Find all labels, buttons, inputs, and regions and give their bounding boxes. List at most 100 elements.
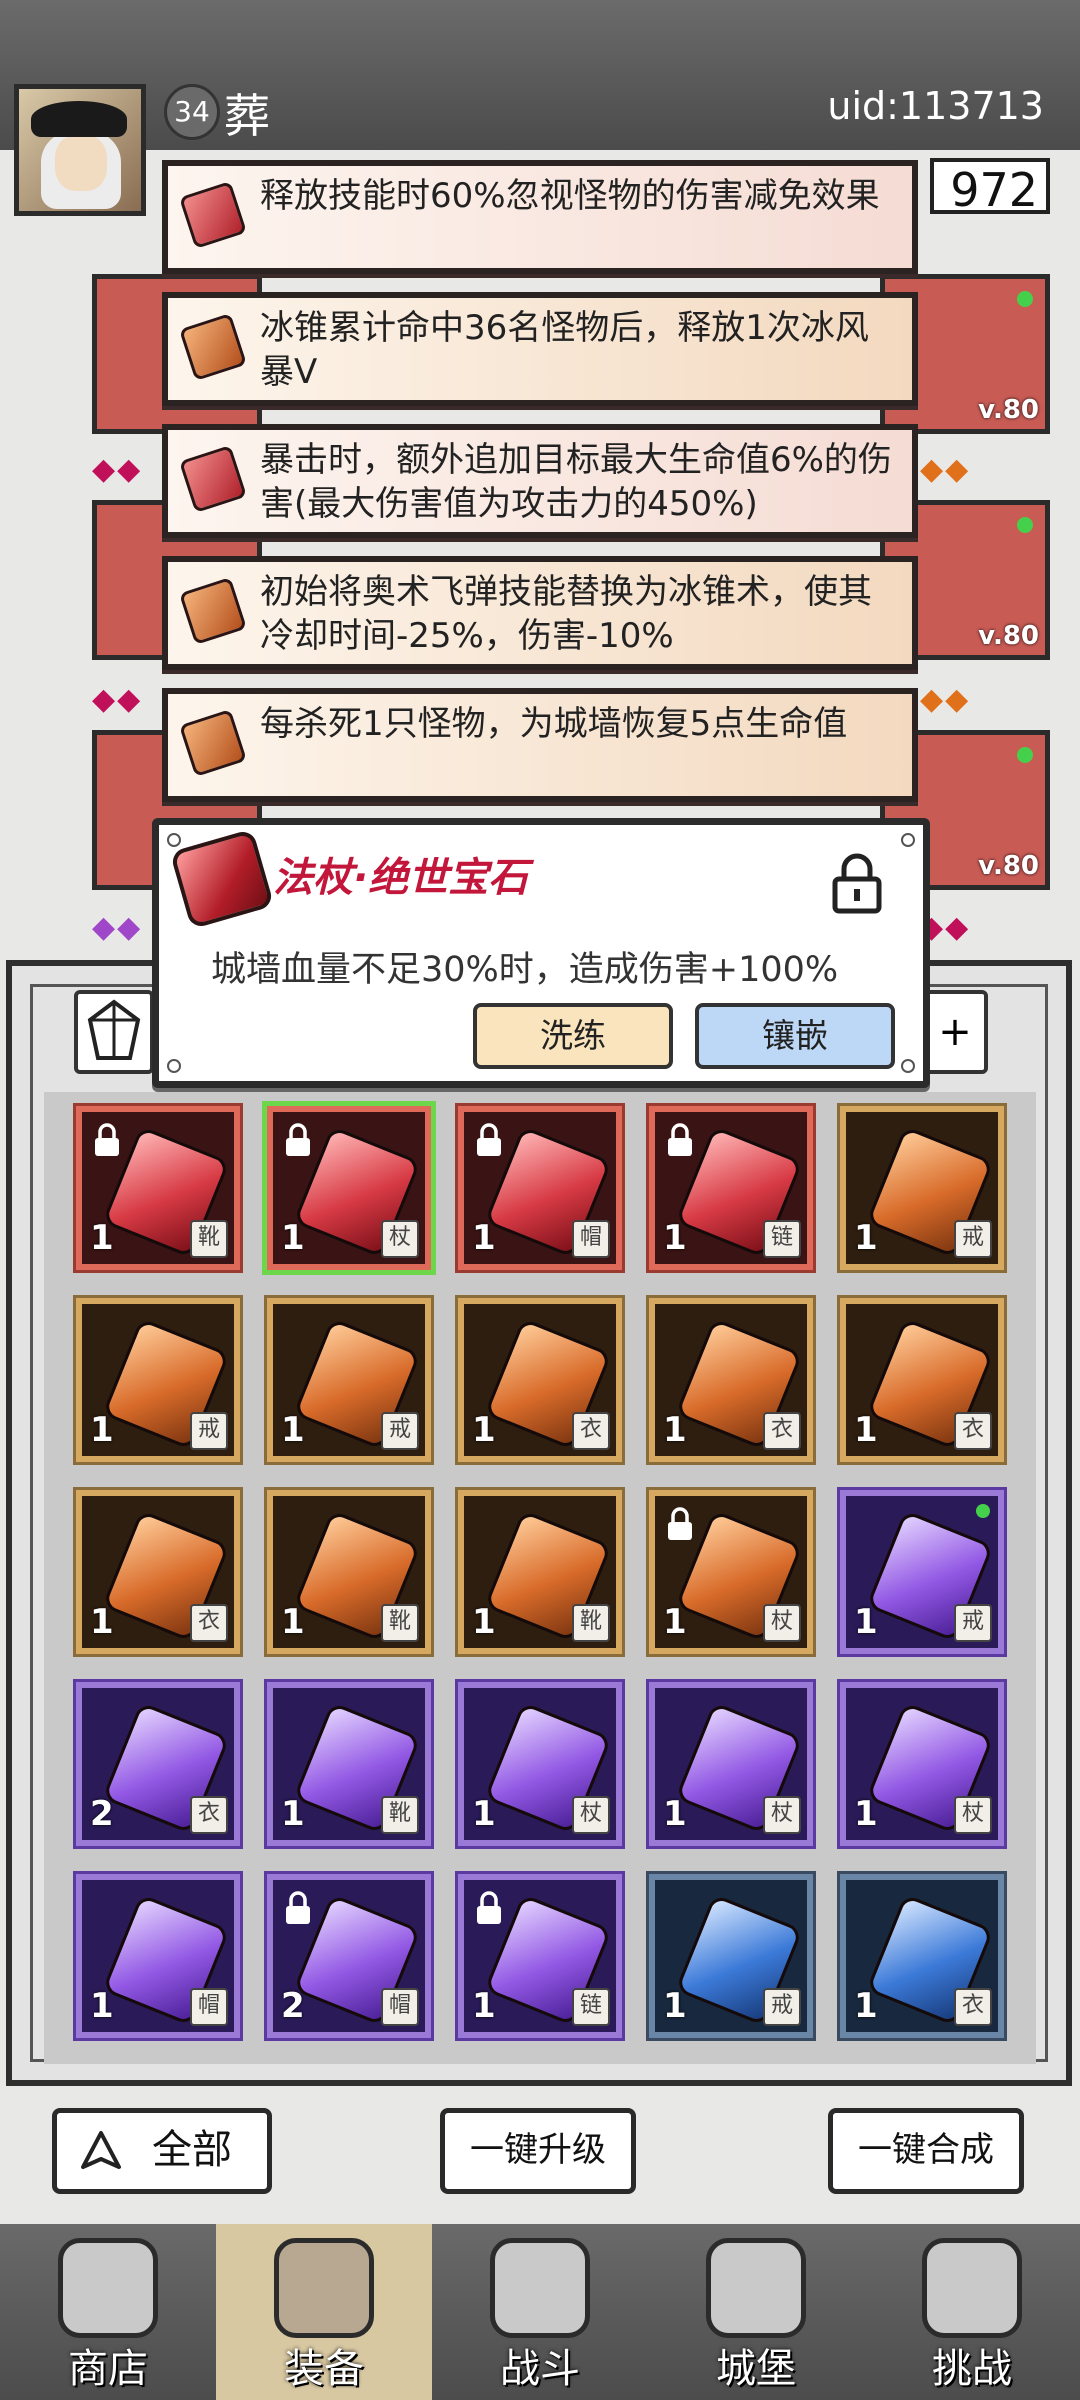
gem-slot[interactable]: 1戒 <box>76 1298 240 1462</box>
triangle-up-icon <box>81 2131 121 2169</box>
add-tab-button[interactable]: + <box>922 990 988 1074</box>
gem-slot[interactable]: 1靴 <box>267 1490 431 1654</box>
nav-equipment[interactable]: 装备 <box>216 2224 432 2400</box>
gem-count: 1 <box>472 1986 496 2026</box>
gem-slot[interactable]: 1杖 <box>840 1682 1004 1846</box>
slot-type-icon: 戒 <box>954 1604 992 1642</box>
gem-count: 1 <box>472 1410 496 1450</box>
gem-slot[interactable]: 1杖 <box>267 1106 431 1270</box>
castle-icon <box>706 2238 806 2338</box>
nav-shop[interactable]: 商店 <box>0 2224 216 2400</box>
gem-count: 1 <box>854 1410 878 1450</box>
affix-text: 冰锥累计命中36名怪物后，释放1次冰风暴V <box>260 308 869 392</box>
gem-slot[interactable]: 1衣 <box>76 1490 240 1654</box>
filter-all-button[interactable]: 全部 <box>52 2108 272 2194</box>
gem-count: 1 <box>854 1602 878 1642</box>
gem-slot[interactable]: 1戒 <box>267 1298 431 1462</box>
gem-slot[interactable]: 1衣 <box>458 1298 622 1462</box>
one-click-merge-button[interactable]: 一键合成 <box>828 2108 1024 2194</box>
gem-count: 1 <box>663 1794 687 1834</box>
gem-slot[interactable]: 1靴 <box>76 1106 240 1270</box>
rarity-diamonds: ◆◆ <box>92 682 143 717</box>
affix-row: 初始将奥术飞弹技能替换为冰锥术，使其冷却时间-25%，伤害-10% <box>162 556 918 670</box>
gem-count: 1 <box>663 1986 687 2026</box>
slot-type-icon: 戒 <box>954 1220 992 1258</box>
gem-slot[interactable]: 2衣 <box>76 1682 240 1846</box>
nav-label: 装备 <box>284 2346 364 2392</box>
popup-title: 法杖·绝世宝石 <box>273 855 529 901</box>
affix-row: 每杀死1只怪物，为城墙恢复5点生命值 <box>162 688 918 802</box>
slot-type-icon: 杖 <box>572 1796 610 1834</box>
affix-text: 释放技能时60%忽视怪物的伤害减免效果 <box>260 176 880 216</box>
shop-icon <box>58 2238 158 2338</box>
orange-gem-icon <box>178 312 248 382</box>
slot-type-icon: 靴 <box>381 1796 419 1834</box>
gem-slot[interactable]: 1杖 <box>649 1490 813 1654</box>
gem-slot[interactable]: 1戒 <box>840 1106 1004 1270</box>
slot-type-icon: 衣 <box>954 1988 992 2026</box>
slot-type-icon: 戒 <box>190 1412 228 1450</box>
bottom-nav: 商店 装备 战斗 城堡 挑战 <box>0 2224 1080 2400</box>
gem-slot[interactable]: 1衣 <box>840 1298 1004 1462</box>
inlay-button[interactable]: 镶嵌 <box>695 1003 895 1069</box>
gem-count: 2 <box>90 1794 114 1834</box>
gem-slot[interactable]: 1靴 <box>458 1490 622 1654</box>
gem-slot[interactable]: 2帽 <box>267 1874 431 2038</box>
shield-icon <box>922 2238 1022 2338</box>
gem-count: 1 <box>281 1794 305 1834</box>
gem-count: 1 <box>281 1218 305 1258</box>
gem-slot[interactable]: 1杖 <box>649 1682 813 1846</box>
gem-count: 1 <box>90 1986 114 2026</box>
nav-label: 城堡 <box>716 2346 796 2392</box>
lock-icon[interactable] <box>831 851 883 919</box>
gem-slot[interactable]: 1靴 <box>267 1682 431 1846</box>
nav-label: 商店 <box>68 2346 148 2392</box>
affix-text: 初始将奥术飞弹技能替换为冰锥术，使其冷却时间-25%，伤害-10% <box>260 572 872 656</box>
gem-slot[interactable]: 1链 <box>458 1874 622 2038</box>
backpack-icon <box>274 2238 374 2338</box>
gem-slot[interactable]: 1帽 <box>76 1874 240 2038</box>
slot-type-icon: 靴 <box>190 1220 228 1258</box>
lock-icon <box>474 1890 504 1930</box>
avatar[interactable] <box>14 84 146 216</box>
lock-icon <box>665 1506 695 1546</box>
slot-type-icon: 链 <box>572 1988 610 2026</box>
lock-icon <box>665 1122 695 1162</box>
gem-count: 1 <box>854 1218 878 1258</box>
gem-filter-tab[interactable] <box>74 990 154 1074</box>
gem-slot[interactable]: 1衣 <box>649 1298 813 1462</box>
gem-slot[interactable]: 1戒 <box>840 1490 1004 1654</box>
gem-detail-popup: 法杖·绝世宝石 城墙血量不足30%时，造成伤害+100% 洗练 镶嵌 <box>152 818 930 1088</box>
nav-castle[interactable]: 城堡 <box>648 2224 864 2400</box>
orange-gem-icon <box>178 708 248 778</box>
affix-row: 释放技能时60%忽视怪物的伤害减免效果 <box>162 160 918 274</box>
player-uid: uid:113713 <box>827 84 1044 128</box>
slot-type-icon: 链 <box>763 1220 801 1258</box>
nav-label: 战斗 <box>500 2346 580 2392</box>
gem-count: 1 <box>663 1602 687 1642</box>
reroll-button[interactable]: 洗练 <box>473 1003 673 1069</box>
lock-icon <box>283 1122 313 1162</box>
slot-type-icon: 戒 <box>763 1988 801 2026</box>
gem-slot[interactable]: 1帽 <box>458 1106 622 1270</box>
popup-description: 城墙血量不足30%时，造成伤害+100% <box>211 950 839 990</box>
gem-slot[interactable]: 1链 <box>649 1106 813 1270</box>
gem-slot[interactable]: 1衣 <box>840 1874 1004 2038</box>
gem-count: 1 <box>90 1410 114 1450</box>
filter-all-label: 全部 <box>152 2127 232 2173</box>
slot-type-icon: 杖 <box>763 1604 801 1642</box>
gem-count: 1 <box>854 1986 878 2026</box>
nav-battle[interactable]: 战斗 <box>432 2224 648 2400</box>
rarity-diamonds: ◆◆ <box>92 452 143 487</box>
lock-icon <box>92 1122 122 1162</box>
gem-slot[interactable]: 1杖 <box>458 1682 622 1846</box>
new-indicator-dot <box>976 1504 990 1518</box>
slot-type-icon: 靴 <box>572 1604 610 1642</box>
gem-count: 1 <box>663 1410 687 1450</box>
rarity-diamonds: ◆◆ <box>920 682 971 717</box>
gem-slot[interactable]: 1戒 <box>649 1874 813 2038</box>
nav-challenge[interactable]: 挑战 <box>864 2224 1080 2400</box>
one-click-upgrade-button[interactable]: 一键升级 <box>440 2108 636 2194</box>
slot-type-icon: 衣 <box>763 1412 801 1450</box>
red-gem-icon <box>169 828 275 930</box>
